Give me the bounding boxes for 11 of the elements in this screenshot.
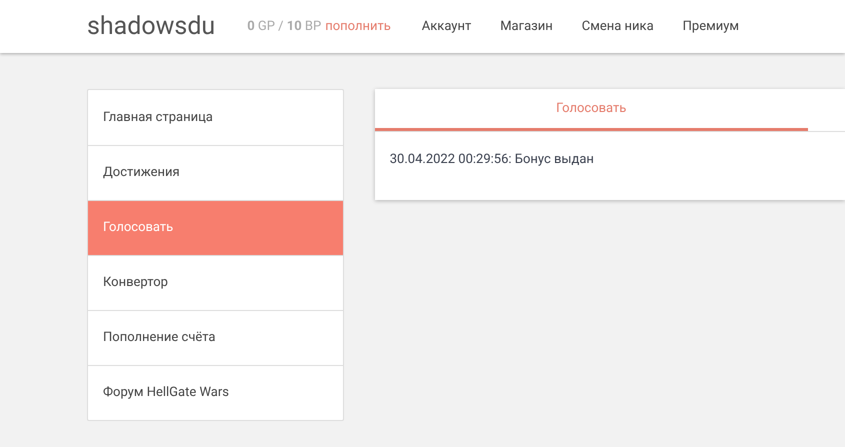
site-logo[interactable]: shadowsdu xyxy=(87,14,216,39)
sidebar-item[interactable]: Главная страница xyxy=(88,90,343,145)
log-entry: 30.04.2022 00:29:56: Бонус выдан xyxy=(390,151,595,169)
nav-link[interactable]: Смена ника xyxy=(582,16,654,36)
balance-text: 0 GP / 10 BP xyxy=(247,18,322,36)
nav-link[interactable]: Премиум xyxy=(682,16,740,36)
sidebar-item[interactable]: Конвертор xyxy=(88,255,343,310)
sidebar-item[interactable]: Форум HellGate Wars xyxy=(88,365,343,420)
nav-link[interactable]: Аккаунт xyxy=(422,16,472,36)
sidebar-item[interactable]: Пополнение счёта xyxy=(88,310,343,365)
nav-link[interactable]: Магазин xyxy=(500,16,553,36)
